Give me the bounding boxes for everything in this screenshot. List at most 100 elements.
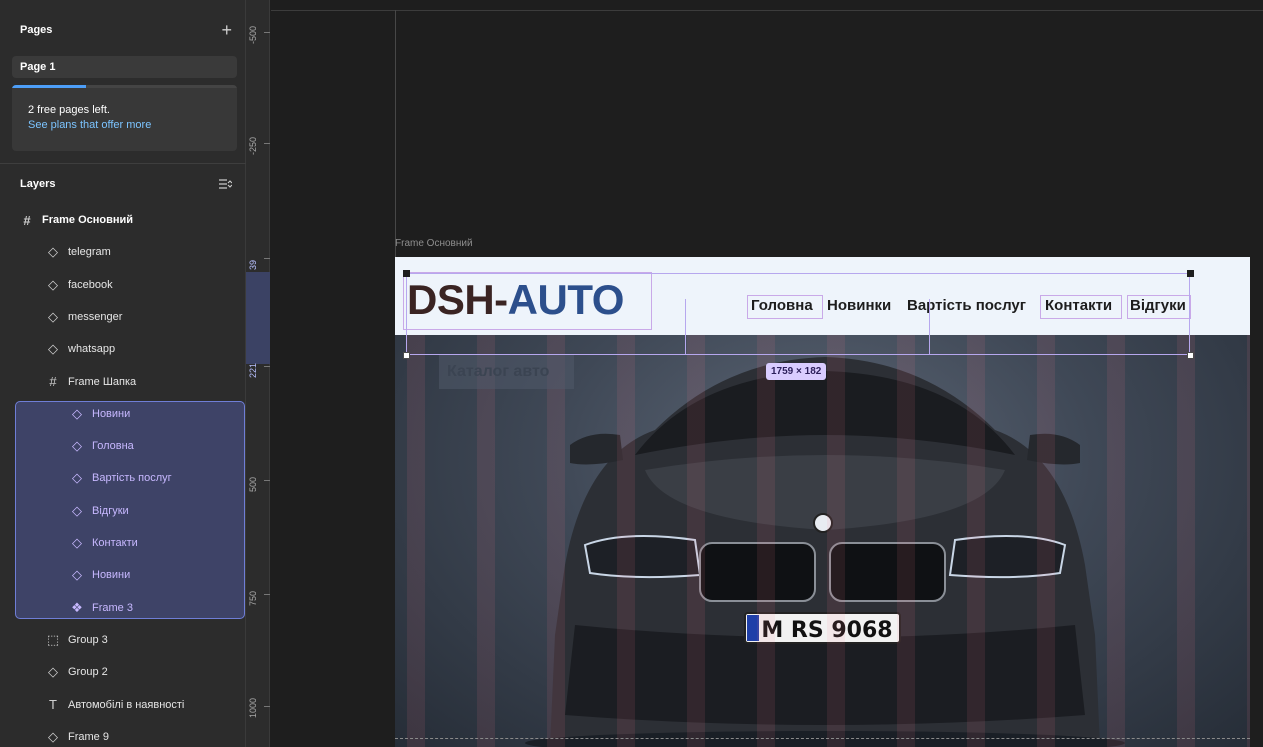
- layer-label: Автомобілі в наявності: [68, 698, 185, 711]
- layer-type-icon: ◇: [72, 535, 82, 550]
- layer-item[interactable]: ◇ Головна: [70, 430, 134, 462]
- frame-bottom-guide: [395, 738, 1250, 739]
- nav-item-new[interactable]: Новинки: [827, 297, 891, 314]
- layer-type-icon: ◇: [48, 308, 58, 324]
- layer-label: Frame 3: [92, 601, 133, 614]
- layer-label: Новини: [92, 569, 131, 582]
- notice-text: 2 free pages left.: [28, 104, 110, 116]
- layer-item[interactable]: ◇ messenger: [46, 301, 122, 333]
- pages-header: Pages +: [0, 14, 246, 46]
- layer-item[interactable]: ⬚ Group 3: [46, 624, 108, 656]
- layer-label: Контакти: [92, 537, 138, 549]
- layer-item[interactable]: ◇ Новини: [70, 398, 130, 430]
- see-plans-link[interactable]: See plans that offer more: [28, 118, 223, 133]
- ruler-tick: [264, 258, 270, 259]
- selection-size-badge: 1759 × 182: [766, 363, 827, 380]
- layer-type-icon: #: [23, 212, 31, 228]
- nav-item-home[interactable]: Головна: [751, 297, 813, 314]
- layer-label: Frame 9: [68, 730, 109, 743]
- layer-type-icon: ◇: [48, 244, 58, 260]
- ruler-selection-range: [246, 272, 270, 364]
- ruler-label: -250: [248, 136, 258, 155]
- layers-header: Layers: [0, 168, 246, 200]
- add-page-icon[interactable]: +: [221, 21, 232, 39]
- ruler-label: 1000: [248, 697, 258, 718]
- design-canvas[interactable]: Frame Основний M RS 9068 DSH-AUTO Головн…: [271, 0, 1263, 747]
- layers-title: Layers: [20, 178, 56, 190]
- logo-part-2: AUTO: [507, 276, 625, 323]
- pages-limit-notice: 2 free pages left. See plans that offer …: [12, 85, 237, 151]
- layer-type-icon: ⬚: [46, 631, 60, 647]
- layer-type-icon: ◇: [72, 567, 82, 583]
- layer-label: Відгуки: [92, 504, 129, 517]
- ruler-tick: [264, 143, 270, 144]
- layer-label: telegram: [68, 246, 111, 259]
- car-image: M RS 9068: [525, 357, 1125, 747]
- frame-label[interactable]: Frame Основний: [395, 238, 473, 249]
- ruler-label: 750: [248, 590, 258, 606]
- sidebar-divider: [0, 163, 246, 164]
- layer-item[interactable]: ◇ Frame 9: [46, 721, 109, 747]
- resize-handle-top-right[interactable]: [1187, 270, 1194, 277]
- layer-item[interactable]: ◇ facebook: [46, 269, 113, 301]
- frame-header[interactable]: DSH-AUTO Головна Новинки Вартість послуг…: [395, 257, 1250, 335]
- license-plate-text: M RS 9068: [761, 618, 892, 643]
- layer-label: Group 3: [68, 633, 108, 646]
- layer-type-icon: ◇: [72, 470, 82, 486]
- left-sidebar: Pages + Page 1 2 free pages left. See pl…: [0, 0, 246, 747]
- ruler-tick: [264, 706, 270, 707]
- vertical-ruler[interactable]: -500 -250 39 221 500 750 1000: [246, 0, 270, 747]
- layer-item[interactable]: ◇ Контакти: [70, 527, 138, 559]
- resize-handle-top-left[interactable]: [403, 270, 410, 277]
- layer-item[interactable]: ◇ Відгуки: [70, 495, 129, 527]
- layer-label: Frame Шапка: [68, 375, 137, 388]
- ruler-label: 39: [248, 259, 258, 270]
- logo-part-1: DSH-: [407, 276, 508, 323]
- ruler-tick: [264, 594, 270, 595]
- layer-type-icon: ◇: [48, 276, 58, 292]
- layer-type-icon: ◇: [72, 405, 82, 421]
- layer-item[interactable]: ◇ Вартість послуг: [70, 462, 172, 494]
- resize-handle-bottom-left[interactable]: [403, 352, 410, 359]
- frame-main[interactable]: M RS 9068 DSH-AUTO Головна Новинки Варті…: [395, 257, 1250, 747]
- layer-label: facebook: [68, 278, 113, 291]
- pages-usage-bar: [12, 85, 87, 88]
- layer-item[interactable]: # Frame Шапка: [46, 366, 136, 398]
- ruler-tick: [264, 32, 270, 33]
- page-item-current[interactable]: Page 1: [12, 56, 237, 78]
- layer-label: Головна: [92, 440, 134, 453]
- layer-label: whatsapp: [68, 343, 116, 356]
- ruler-label: 500: [248, 476, 258, 492]
- layer-type-icon: ◇: [48, 728, 58, 744]
- site-logo[interactable]: DSH-AUTO: [407, 279, 624, 321]
- layer-type-icon: ◇: [72, 438, 82, 454]
- layer-type-icon: ❖: [71, 599, 83, 615]
- nav-item-prices[interactable]: Вартість послуг: [907, 297, 1026, 314]
- ruler-tick: [264, 480, 270, 481]
- ruler-tick: [264, 366, 270, 367]
- catalog-label[interactable]: Каталог авто: [439, 355, 574, 389]
- nav-item-contacts[interactable]: Контакти: [1045, 297, 1112, 314]
- layer-item[interactable]: ◇ telegram: [46, 236, 111, 268]
- layer-item[interactable]: # Frame Основний: [20, 204, 133, 236]
- resize-handle-bottom-right[interactable]: [1187, 352, 1194, 359]
- layer-type-icon: ◇: [48, 341, 58, 357]
- layer-label: Вартість послуг: [92, 472, 172, 485]
- nav-item-reviews[interactable]: Відгуки: [1130, 297, 1186, 314]
- ruler-label: -500: [248, 25, 258, 44]
- layer-type-icon: ◇: [48, 664, 58, 680]
- layer-label: Frame Основний: [42, 214, 134, 226]
- layer-item[interactable]: ◇ Новини: [70, 559, 130, 591]
- layer-item[interactable]: ❖ Frame 3: [70, 592, 133, 624]
- canvas-top-guide: [271, 10, 1263, 11]
- pages-title: Pages: [20, 24, 53, 36]
- layer-type-icon: T: [49, 697, 57, 712]
- layer-item[interactable]: ◇ Group 2: [46, 656, 108, 688]
- layer-item[interactable]: T Автомобілі в наявності: [46, 689, 184, 721]
- layer-label: messenger: [68, 310, 123, 323]
- ruler-label: 221: [248, 362, 258, 378]
- layer-type-icon: ◇: [72, 502, 82, 518]
- collapse-layers-icon[interactable]: [218, 178, 232, 190]
- layer-label: Новини: [92, 407, 131, 420]
- layer-item[interactable]: ◇ whatsapp: [46, 333, 115, 365]
